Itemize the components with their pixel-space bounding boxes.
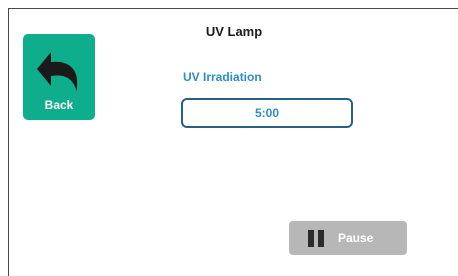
pause-button-label: Pause — [338, 231, 374, 245]
pause-icon — [308, 230, 324, 247]
pause-button[interactable]: Pause — [289, 221, 407, 255]
undo-arrow-icon — [37, 52, 78, 92]
back-button-label: Back — [44, 98, 74, 112]
irradiation-time-field[interactable]: 5:00 — [181, 98, 353, 128]
uv-lamp-screen: UV Lamp Back UV Irradiation 5:00 Pause — [8, 8, 458, 276]
back-button[interactable]: Back — [23, 34, 95, 120]
uv-irradiation-label: UV Irradiation — [183, 70, 262, 84]
